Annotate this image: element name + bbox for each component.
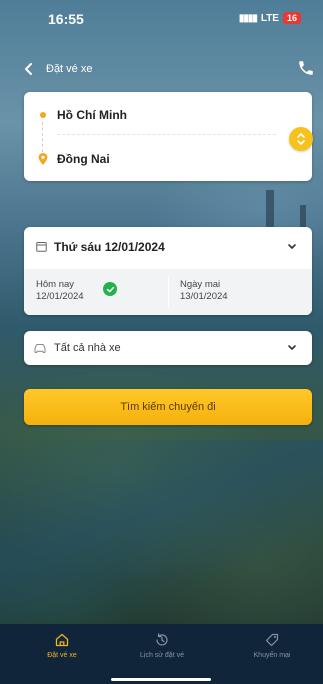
tab-label: Khuyến mại: [253, 652, 291, 659]
phone-icon[interactable]: [297, 59, 315, 77]
page-title: Đặt vé xe: [46, 63, 93, 75]
origin-field[interactable]: Hồ Chí Minh: [57, 108, 127, 122]
car-icon: [34, 344, 46, 353]
origin-dot-icon: [40, 112, 46, 118]
calendar-icon: [36, 242, 47, 252]
building-silhouette: [266, 190, 274, 228]
back-chevron-icon[interactable]: [22, 61, 36, 77]
operator-value: Tất cả nhà xe: [54, 342, 121, 354]
selected-date: Thứ sáu 12/01/2024: [54, 240, 165, 254]
home-icon: [55, 633, 69, 647]
operator-selector[interactable]: Tất cả nhà xe: [24, 331, 312, 365]
status-indicators: ▮▮▮▮ LTE 16: [239, 12, 301, 24]
quick-date-row: Hôm nay 12/01/2024 Ngày mai 13/01/2024: [24, 269, 312, 315]
signal-icon: ▮▮▮▮: [238, 12, 258, 24]
tab-label: Đặt vé xe: [47, 652, 77, 659]
destination-field[interactable]: Đồng Nai: [57, 152, 110, 166]
tomorrow-option[interactable]: Ngày mai 13/01/2024: [168, 269, 312, 315]
status-bar: 16:55 ▮▮▮▮ LTE 16: [0, 0, 323, 40]
chevron-down-icon: [288, 345, 296, 350]
tab-promotions[interactable]: Khuyến mại: [218, 624, 323, 674]
tag-icon: [265, 633, 279, 647]
tab-booking-history[interactable]: Lịch sử đặt vé: [108, 624, 216, 674]
route-card: Hồ Chí Minh Đồng Nai: [24, 92, 313, 181]
date-selector[interactable]: Thứ sáu 12/01/2024: [24, 227, 312, 269]
battery-icon: 16: [282, 12, 301, 24]
today-label: Hôm nay: [36, 279, 75, 290]
network-label: LTE: [260, 12, 279, 24]
status-time: 16:55: [48, 11, 84, 27]
swap-vertical-icon: [297, 133, 305, 145]
tab-book-ticket[interactable]: Đặt vé xe: [8, 624, 116, 674]
tomorrow-label: Ngày mai: [180, 279, 221, 290]
search-trips-button[interactable]: Tìm kiếm chuyến đi: [24, 389, 312, 425]
tab-label: Lịch sử đặt vé: [140, 652, 184, 659]
today-date: 12/01/2024: [36, 291, 84, 302]
top-nav: Đặt vé xe: [0, 56, 323, 82]
check-icon: [103, 282, 117, 296]
swap-route-button[interactable]: [289, 127, 313, 151]
location-pin-icon: [38, 153, 48, 165]
home-indicator: [111, 678, 211, 681]
building-silhouette: [300, 205, 306, 227]
tomorrow-date: 13/01/2024: [180, 291, 228, 302]
bottom-tab-bar: Đặt vé xe Lịch sử đặt vé Khuyến mại: [0, 624, 323, 684]
divider: [57, 134, 276, 135]
date-card: Thứ sáu 12/01/2024 Hôm nay 12/01/2024 Ng…: [24, 227, 312, 315]
route-connector: [42, 122, 44, 152]
today-option[interactable]: Hôm nay 12/01/2024: [24, 269, 168, 315]
chevron-down-icon: [288, 244, 296, 249]
history-icon: [156, 633, 168, 646]
